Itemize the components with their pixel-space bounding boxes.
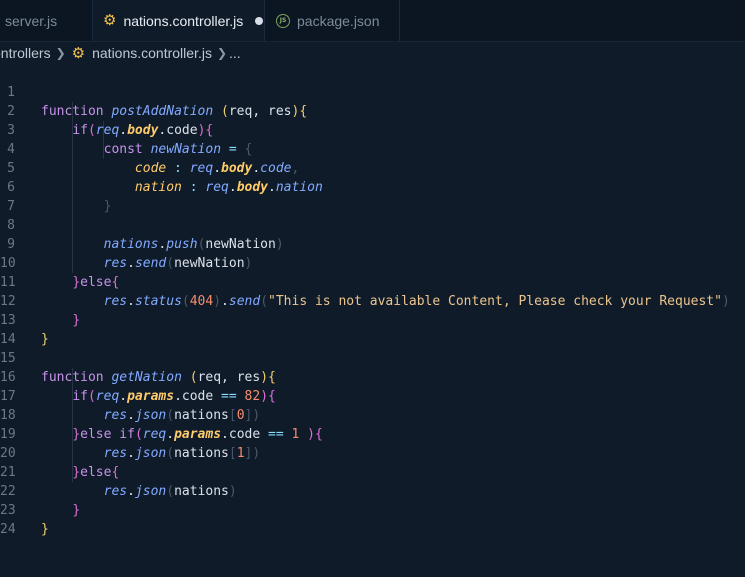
- code-line: 7: [0, 178, 745, 214]
- gear-icon: ⚙: [71, 43, 86, 62]
- breadcrumb: ontrollers ❯ ⚙ nations.controller.js ❯ .…: [0, 42, 745, 64]
- code-line: 23 }: [0, 482, 745, 537]
- code-line: 22 }: [0, 463, 745, 518]
- js-icon: JS: [276, 13, 290, 28]
- gear-icon: ⚙: [103, 11, 117, 29]
- code-line: 10 }else{: [0, 235, 745, 290]
- tab-package-json[interactable]: JS package.json: [265, 0, 400, 41]
- tab-nations-controller-js[interactable]: ⚙ nations.controller.js: [93, 0, 265, 41]
- tab-bar: server.js ⚙ nations.controller.js JS pac…: [0, 0, 745, 42]
- code-line: 4 code : req.body.code,: [0, 121, 745, 176]
- code-line: 9 res.send(newNation): [0, 216, 745, 271]
- code-line: 14: [0, 311, 745, 347]
- chevron-right-icon: ❯: [216, 46, 228, 60]
- code-line: 8 nations.push(newNation): [0, 197, 745, 252]
- code-line: 17 res.json(nations[0]): [0, 368, 745, 423]
- chevron-right-icon: ❯: [55, 46, 66, 60]
- code-line: 3 const newNation = {: [0, 102, 745, 157]
- breadcrumb-symbol[interactable]: ...: [229, 45, 241, 61]
- code-line: 18 }else if(req.params.code == 1 ){: [0, 387, 745, 442]
- code-line: 1 function postAddNation (req, res){: [0, 64, 745, 119]
- code-line: 6 }: [0, 159, 745, 214]
- code-line: 5 nation : req.body.nation: [0, 140, 745, 195]
- code-editor[interactable]: 1 function postAddNation (req, res){ 2 i…: [0, 64, 745, 537]
- tab-server-js[interactable]: server.js: [0, 0, 93, 41]
- tab-label: package.json: [297, 12, 380, 29]
- code-line: 16 if(req.params.code == 82){: [0, 349, 745, 404]
- code-line: 24: [0, 501, 745, 537]
- code-line: 12 }: [0, 273, 745, 328]
- code-line: 13 }: [0, 292, 745, 347]
- tab-label: nations.controller.js: [123, 12, 244, 29]
- code-line: 21 res.json(nations): [0, 444, 745, 499]
- code-line: 20 }else{: [0, 425, 745, 480]
- code-line: 11 res.status(404).send("This is not ava…: [0, 254, 745, 309]
- tab-label: server.js: [5, 12, 58, 29]
- breadcrumb-folder[interactable]: ontrollers: [0, 45, 51, 61]
- code-line: 15 function getNation (req, res){: [0, 330, 745, 385]
- code-line: 19 res.json(nations[1]): [0, 406, 745, 461]
- breadcrumb-file[interactable]: nations.controller.js: [92, 45, 212, 61]
- unsaved-changes-dot-icon[interactable]: [255, 16, 264, 25]
- code-line: 2 if(req.body.code){: [0, 83, 745, 138]
